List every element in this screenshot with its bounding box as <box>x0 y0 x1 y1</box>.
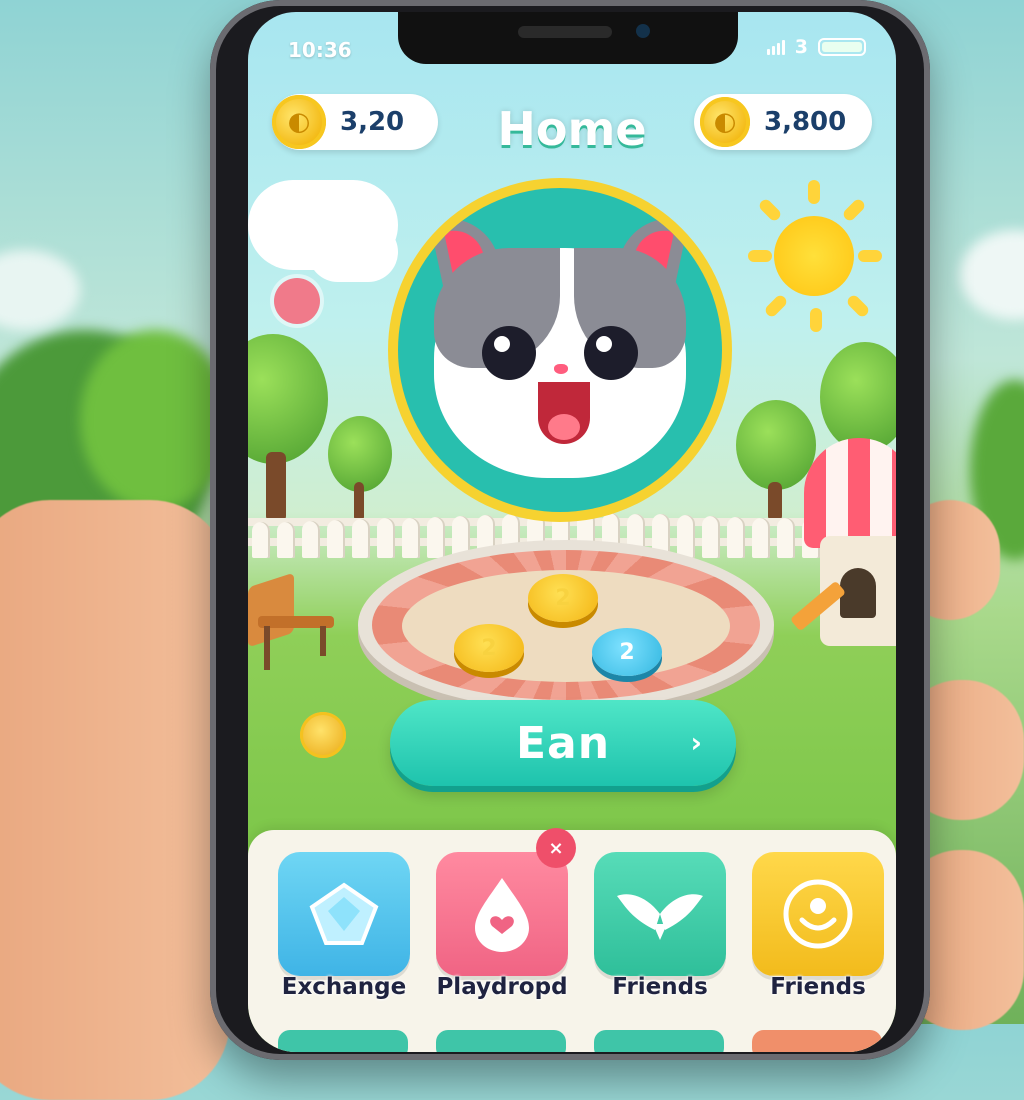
fence-picket <box>352 519 370 558</box>
sun-ray <box>810 308 822 332</box>
cat-mouth <box>538 382 590 444</box>
fence-picket <box>677 515 695 558</box>
play-pit: 2 2 2 <box>358 540 774 710</box>
nav-row-2-tile[interactable] <box>278 1030 408 1052</box>
status-time: 10:36 <box>288 38 352 62</box>
battery-text: 3 <box>794 36 808 58</box>
sun-ray <box>808 180 820 204</box>
app-screen: 10:36 3 2 2 2 ◐ 3,20 Home ◐ 3,800 Ean › … <box>248 12 896 1052</box>
nav-item-friends[interactable]: Friends <box>594 852 726 1000</box>
notification-badge[interactable]: × <box>536 828 576 868</box>
coin-icon[interactable] <box>300 712 346 758</box>
balance-pill-right[interactable]: ◐ 3,800 <box>694 94 872 150</box>
sun-ray <box>845 293 871 319</box>
fence-picket <box>377 518 395 558</box>
front-camera <box>636 24 650 38</box>
mushroom-house <box>789 428 896 658</box>
fence-picket <box>777 518 795 558</box>
heart-bubble-icon[interactable] <box>274 278 320 324</box>
fence-picket <box>752 517 770 558</box>
battery-icon <box>818 38 866 56</box>
background-cloud-left <box>0 250 80 330</box>
earn-button[interactable]: Ean › <box>390 700 736 786</box>
sun-ray <box>748 250 772 262</box>
nav-item-friends-2[interactable]: Friends <box>752 852 884 1000</box>
fence-rail <box>248 518 896 526</box>
nav-label: Playdropd <box>436 974 568 1000</box>
cat-eye-left <box>482 326 536 380</box>
background-tree-left <box>80 330 230 510</box>
cat-avatar[interactable] <box>398 188 722 512</box>
sun-ray <box>763 293 789 319</box>
sun-ray <box>858 250 882 262</box>
nav-item-exchange[interactable]: Exchange <box>278 852 410 1000</box>
fence-picket <box>277 521 295 558</box>
smile-coin-icon <box>783 879 853 949</box>
coin-token[interactable]: 2 <box>454 624 524 672</box>
coin-token[interactable]: 2 <box>592 628 662 676</box>
fence-picket <box>727 516 745 558</box>
nav-label: Friends <box>612 974 708 1000</box>
sun-ray <box>757 197 783 223</box>
fence-picket <box>702 516 720 558</box>
sun-ray <box>841 197 867 223</box>
fence-picket <box>402 517 420 558</box>
status-indicators: 3 <box>766 36 866 58</box>
coin-token[interactable]: 2 <box>528 574 598 622</box>
sun-decoration <box>774 216 854 296</box>
balance-value: 3,800 <box>764 107 847 137</box>
chevron-right-icon: › <box>690 726 702 759</box>
phone-notch <box>398 12 738 64</box>
cloud-decoration <box>308 222 398 282</box>
nav-label: Friends <box>770 974 866 1000</box>
fence-picket <box>252 522 270 558</box>
tree <box>328 416 392 492</box>
fence-picket <box>327 520 345 558</box>
background-cloud-right <box>960 230 1024 320</box>
nav-item-playdropd[interactable]: Playdropd × <box>436 828 576 1000</box>
wings-icon <box>617 894 703 940</box>
bottom-nav: Exchange Playdropd × Friends Friends <box>248 828 896 1052</box>
fence-picket <box>302 520 320 558</box>
nav-row-2-tile[interactable] <box>594 1030 724 1052</box>
fence-picket <box>427 516 445 558</box>
nav-row-2-tile[interactable] <box>752 1030 882 1052</box>
hand-thumb-left <box>0 500 230 1100</box>
nav-label: Exchange <box>281 974 407 1000</box>
cat-face <box>434 248 686 478</box>
speaker-grille <box>518 26 612 38</box>
earn-button-label: Ean <box>515 717 611 769</box>
signal-icon <box>766 39 785 55</box>
drop-icon <box>475 878 529 952</box>
header: ◐ 3,20 Home ◐ 3,800 <box>248 94 896 164</box>
cat-tongue <box>548 414 580 440</box>
nav-row-2-tile[interactable] <box>436 1030 566 1052</box>
park-bench <box>248 572 338 670</box>
coin-icon: ◐ <box>700 97 750 147</box>
gem-icon <box>309 882 379 945</box>
cat-nose <box>554 364 568 374</box>
tree <box>248 334 328 464</box>
cat-eye-right <box>584 326 638 380</box>
